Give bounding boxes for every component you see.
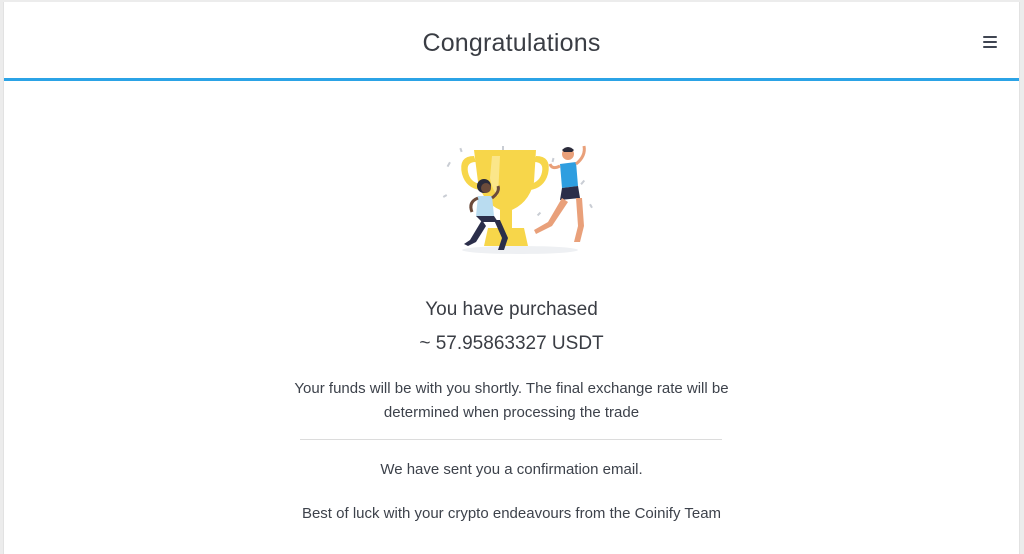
confirmation-email-note: We have sent you a confirmation email.: [380, 461, 643, 478]
trophy-celebration-illustration: [442, 145, 593, 254]
confirmation-panel: Congratulations You have purchased ~ 57.…: [3, 2, 1020, 554]
funds-note: Your funds will be with you shortly. The…: [294, 380, 729, 421]
page-title: Congratulations: [422, 29, 601, 57]
header-bar: Congratulations: [4, 2, 1019, 81]
divider: [300, 439, 722, 440]
hamburger-menu-icon[interactable]: [983, 36, 997, 48]
farewell-message: Best of luck with your crypto endeavours…: [301, 505, 722, 522]
purchased-label: You have purchased: [425, 299, 598, 320]
purchased-amount: ~ 57.95863327 USDT: [419, 333, 604, 354]
